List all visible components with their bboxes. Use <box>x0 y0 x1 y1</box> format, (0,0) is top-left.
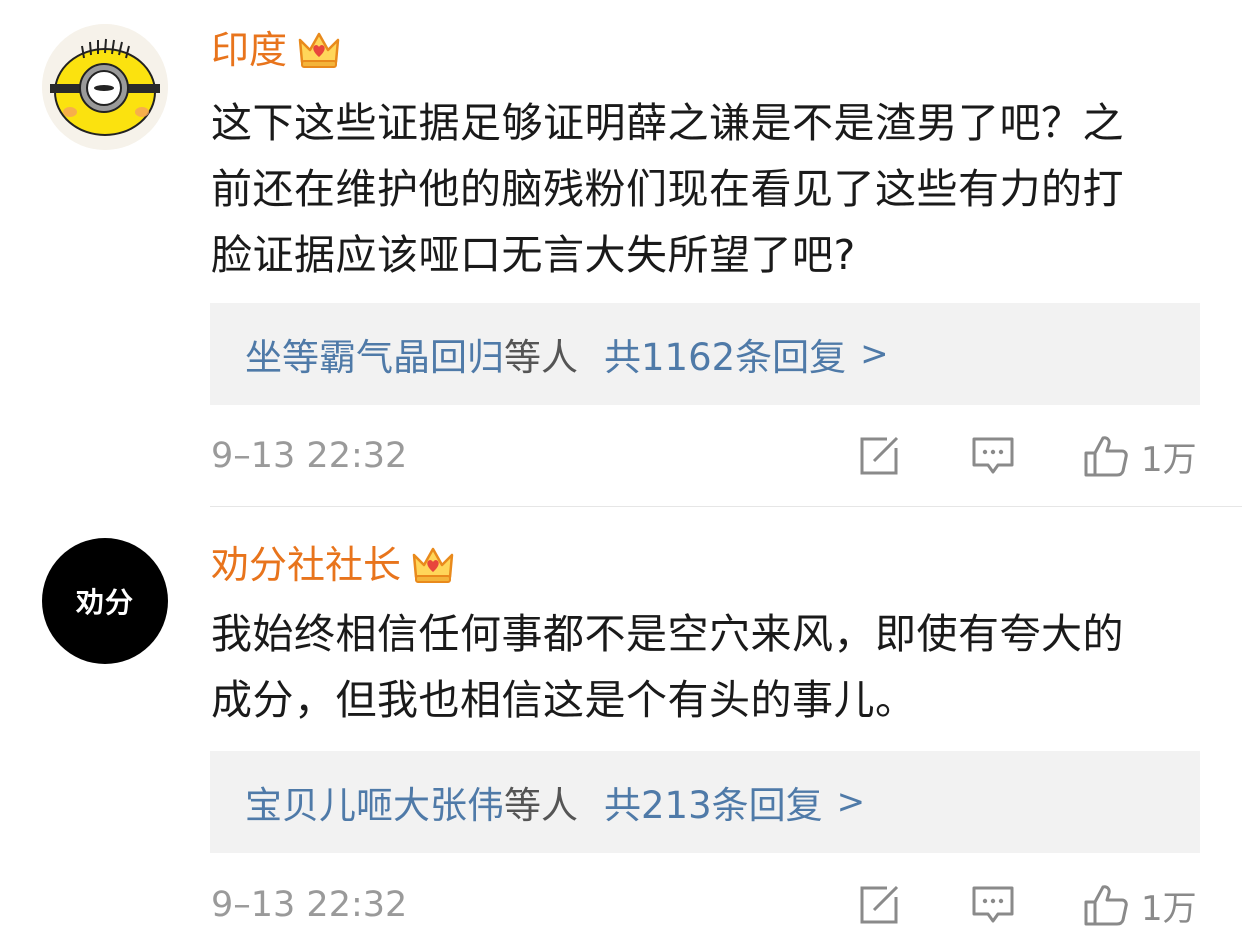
username[interactable]: 劝分社社长 <box>211 537 401 593</box>
comment-item: 劝分 劝分社社长 我始终相信任何事都不是空穴来风，即使有夸大的 成分，但我也相信… <box>0 507 1242 937</box>
share-button[interactable] <box>857 434 901 478</box>
reply-count[interactable]: 共1162条回复 <box>604 327 846 381</box>
reply-button[interactable] <box>971 883 1015 927</box>
timestamp: 9–13 22:32 <box>211 885 408 925</box>
comment-icon <box>971 883 1015 927</box>
crown-icon <box>412 547 454 583</box>
comment-text-line: 这下这些证据足够证明薛之谦是不是渣男了吧？之 <box>211 99 1124 147</box>
minion-icon <box>42 24 168 150</box>
avatar[interactable] <box>42 24 168 150</box>
username[interactable]: 印度 <box>211 22 287 78</box>
comment-text-line: 前还在维护他的脑残粉们现在看见了这些有力的打 <box>211 165 1124 213</box>
comment-text-line: 成分，但我也相信这是个有头的事儿。 <box>211 676 917 724</box>
like-count: 1万 <box>1141 439 1197 480</box>
author-row: 劝分社社长 <box>211 537 455 593</box>
crown-icon <box>298 32 340 68</box>
thumbs-up-icon <box>1083 434 1129 478</box>
comment-text-line: 脸证据应该哑口无言大失所望了吧? <box>211 231 856 279</box>
share-button[interactable] <box>857 883 901 927</box>
replies-preview[interactable]: 坐等霸气晶回归 等人 共1162条回复 > <box>210 303 1200 405</box>
comment-text-line: 我始终相信任何事都不是空穴来风，即使有夸大的 <box>211 610 1124 658</box>
reply-suffix: 等人 <box>504 784 578 827</box>
share-icon <box>857 883 901 927</box>
comment-text: 我始终相信任何事都不是空穴来风，即使有夸大的 成分，但我也相信这是个有头的事儿。 <box>211 601 1211 733</box>
comment-icon <box>971 434 1015 478</box>
reply-suffix: 等人 <box>504 336 578 379</box>
author-row: 印度 <box>211 22 341 78</box>
chevron-right-icon[interactable]: > <box>860 334 889 374</box>
share-icon <box>857 434 901 478</box>
like-count: 1万 <box>1141 888 1197 929</box>
comment-list: 印度 这下这些证据足够证明薛之谦是不是渣男了吧？之 前还在维护他的脑残粉们现在看… <box>0 0 1242 937</box>
comment-meta: 9–13 22:32 1万 <box>211 426 1211 486</box>
comment-text: 这下这些证据足够证明薛之谦是不是渣男了吧？之 前还在维护他的脑残粉们现在看见了这… <box>211 90 1211 288</box>
thumbs-up-icon <box>1083 883 1129 927</box>
comment-meta: 9–13 22:32 1万 <box>211 875 1211 935</box>
reply-button[interactable] <box>971 434 1015 478</box>
like-button[interactable]: 1万 <box>1083 434 1197 480</box>
replies-preview[interactable]: 宝贝儿咂大张伟 等人 共213条回复 > <box>210 751 1200 853</box>
avatar-text: 劝分 <box>75 586 134 619</box>
avatar[interactable]: 劝分 <box>42 538 168 664</box>
timestamp: 9–13 22:32 <box>211 436 408 476</box>
comment-item: 印度 这下这些证据足够证明薛之谦是不是渣男了吧？之 前还在维护他的脑残粉们现在看… <box>0 0 1242 506</box>
reply-user-names[interactable]: 宝贝儿咂大张伟 <box>245 775 504 829</box>
reply-user-names[interactable]: 坐等霸气晶回归 <box>245 327 504 381</box>
reply-count[interactable]: 共213条回复 <box>604 775 823 829</box>
chevron-right-icon[interactable]: > <box>837 782 866 822</box>
like-button[interactable]: 1万 <box>1083 883 1197 929</box>
